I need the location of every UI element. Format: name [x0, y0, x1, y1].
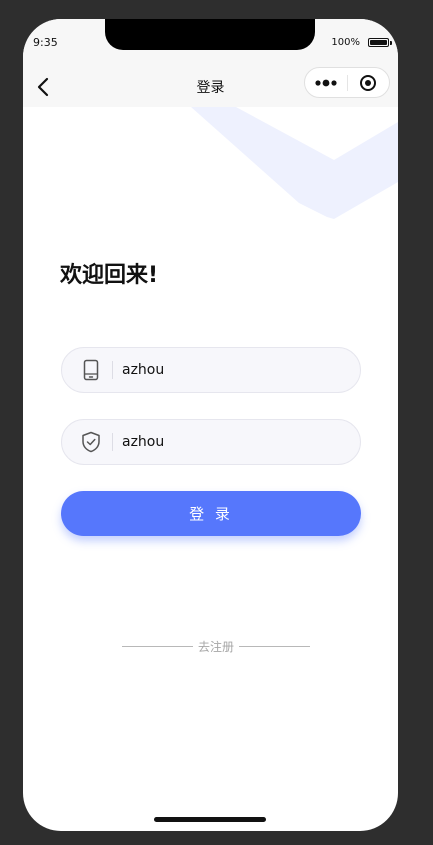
phone-icon [80, 359, 102, 381]
close-button[interactable] [348, 68, 390, 97]
welcome-heading: 欢迎回来! [60, 263, 159, 288]
register-link[interactable]: 去注册 [193, 638, 239, 655]
more-button[interactable] [305, 68, 347, 97]
battery-percentage: 100% [331, 37, 360, 48]
code-input[interactable] [122, 420, 342, 464]
register-link-row: 去注册 [122, 638, 311, 655]
notch [105, 19, 315, 50]
battery-icon [368, 38, 389, 47]
login-button[interactable]: 登 录 [61, 491, 361, 536]
mini-program-capsule [304, 67, 390, 98]
status-time: 9:35 [33, 36, 58, 49]
battery-level [370, 40, 387, 45]
field-separator [112, 433, 113, 451]
code-field [61, 419, 361, 465]
home-indicator [154, 817, 266, 822]
status-bar: 9:35 100% [23, 19, 398, 67]
target-circle-icon [360, 74, 377, 91]
shield-check-icon [80, 431, 102, 453]
divider-line-right [239, 646, 311, 647]
battery-tip [390, 41, 392, 45]
more-dots-icon [315, 79, 337, 86]
background-chevron-decoration [191, 107, 398, 219]
field-separator [112, 361, 113, 379]
divider-line-left [122, 646, 193, 647]
phone-screen: 9:35 100% 登录 欢迎回来! azhou azhou 登 录 去注册 [23, 19, 398, 831]
phone-field [61, 347, 361, 393]
nav-bar: 登录 [23, 67, 398, 107]
phone-input[interactable] [122, 348, 342, 392]
